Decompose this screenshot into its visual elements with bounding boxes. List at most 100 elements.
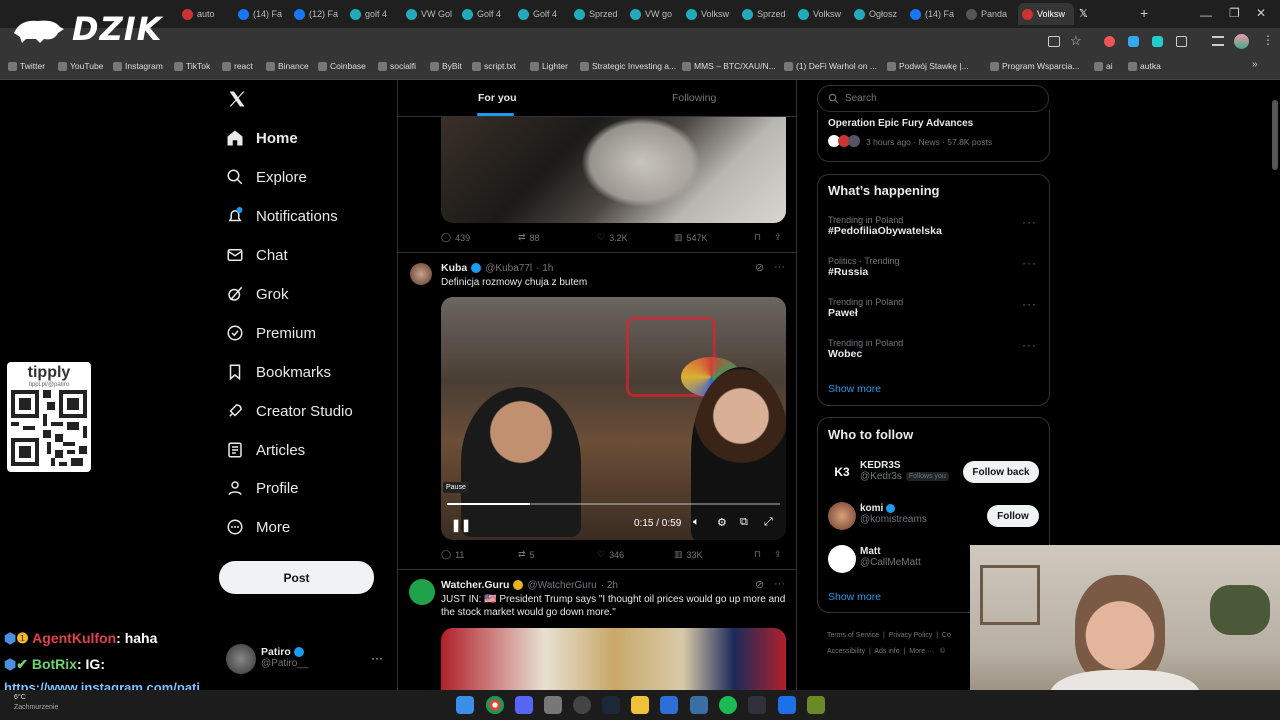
browser-tab[interactable]: Volksw <box>682 3 738 25</box>
views-button[interactable]: ▥ 547K <box>674 232 708 243</box>
browser-tab[interactable]: (14) Fa <box>234 3 290 25</box>
chrome-icon[interactable] <box>486 696 504 714</box>
share-button[interactable]: ⇪ <box>774 549 782 560</box>
reply-button[interactable]: ◯ 11 <box>441 549 464 560</box>
bookmark-item[interactable]: ByBit <box>430 61 462 71</box>
app-icon[interactable] <box>660 696 678 714</box>
trend-item[interactable]: Trending in Poland #PedofiliaObywatelska <box>828 215 1038 237</box>
more-dots-icon[interactable]: ··· <box>1022 215 1037 229</box>
start-icon[interactable] <box>456 696 474 714</box>
app-icon[interactable] <box>573 696 591 714</box>
bookmark-item[interactable]: socialfi <box>378 61 416 71</box>
footer-link[interactable]: Ads info <box>874 648 899 655</box>
sidebar-item-profile[interactable]: Profile <box>226 479 299 497</box>
fullscreen-icon[interactable]: ⤢ <box>764 516 773 529</box>
browser-tab[interactable]: Sprzed <box>570 3 626 25</box>
app-icon[interactable] <box>807 696 825 714</box>
avatar[interactable] <box>410 263 432 285</box>
bookmark-button[interactable]: ⊓ <box>754 232 761 243</box>
author-handle[interactable]: @Kuba77l <box>485 263 532 274</box>
x-logo-icon[interactable] <box>228 90 246 108</box>
new-tab-icon[interactable]: + <box>1140 5 1148 21</box>
extension-icon[interactable] <box>1152 36 1163 47</box>
obs-icon[interactable] <box>748 696 766 714</box>
post-button[interactable]: Post <box>219 561 374 594</box>
browser-tab[interactable]: (12) Fa <box>290 3 346 25</box>
account-switcher[interactable]: Patiro @Patiro__ <box>261 646 308 669</box>
avatar[interactable] <box>828 502 856 530</box>
author-handle[interactable]: @WatcherGuru <box>527 580 596 591</box>
more-dots-icon[interactable]: ··· <box>774 578 785 590</box>
trend-item[interactable]: Trending in Poland Paweł <box>828 297 1038 319</box>
volume-icon[interactable]: 🔈︎ <box>693 516 700 529</box>
x-tab-icon[interactable]: 𝕏 <box>1079 7 1091 20</box>
follow-button[interactable]: Follow <box>987 505 1039 527</box>
sidebar-item-grok[interactable]: Grok <box>226 285 289 303</box>
suggested-user[interactable]: KEDR3S @Kedr3s Follows you <box>860 460 949 482</box>
browser-tab[interactable]: Ogłosz <box>850 3 906 25</box>
bookmark-item[interactable]: Instagram <box>113 61 163 71</box>
browser-tab[interactable]: Golf 4 <box>514 3 570 25</box>
more-dots-icon[interactable]: ··· <box>774 261 785 273</box>
close-icon[interactable]: ✕ <box>1256 6 1266 20</box>
bookmark-item[interactable]: Lighter <box>530 61 568 71</box>
avatar[interactable]: K3 <box>828 458 856 486</box>
bookmark-item[interactable]: (1) DeFi Warhol on ... <box>784 61 877 71</box>
bookmark-button[interactable]: ⊓ <box>754 549 761 560</box>
browser-tab[interactable]: golf 4 <box>346 3 402 25</box>
avatar[interactable] <box>409 579 435 605</box>
sidebar-item-bookmarks[interactable]: Bookmarks <box>226 363 331 381</box>
minimize-icon[interactable]: — <box>1200 8 1212 22</box>
show-more-link[interactable]: Show more <box>828 591 881 603</box>
bookmark-item[interactable]: Podwój Stawkę |... <box>887 61 969 71</box>
show-more-link[interactable]: Show more <box>828 383 881 395</box>
footer-link[interactable]: Privacy Policy <box>889 632 933 639</box>
bookmark-item[interactable]: Coinbase <box>318 61 366 71</box>
more-dots-icon[interactable]: ··· <box>1022 256 1037 270</box>
gear-icon[interactable]: ⚙ <box>717 516 727 529</box>
browser-tab[interactable]: Panda <box>962 3 1018 25</box>
sidebar-item-home[interactable]: Home <box>226 129 298 147</box>
pip-icon[interactable]: ⧉ <box>740 516 748 529</box>
avatar[interactable] <box>226 644 256 674</box>
spotify-icon[interactable] <box>719 696 737 714</box>
steam-icon[interactable] <box>602 696 620 714</box>
app-icon[interactable] <box>690 696 708 714</box>
suggested-user[interactable]: komi @komistreams <box>860 503 927 525</box>
footer-link[interactable]: Co <box>942 632 951 639</box>
reply-button[interactable]: ◯ 439 <box>441 232 470 243</box>
puzzle-icon[interactable] <box>1176 36 1187 47</box>
suggested-user[interactable]: Matt @CallMeMatt <box>860 546 921 568</box>
bookmark-item[interactable]: MMS – BTC/XAU/N... <box>682 61 776 71</box>
footer-link[interactable]: Terms of Service <box>827 632 879 639</box>
repost-button[interactable]: ⇄ 5 <box>518 549 535 560</box>
repost-button[interactable]: ⇄ 88 <box>518 232 540 243</box>
sidebar-item-articles[interactable]: Articles <box>226 441 305 459</box>
bookmark-item[interactable]: Twitter <box>8 61 45 71</box>
search-input[interactable]: Search <box>817 85 1049 112</box>
post-time[interactable]: · 2h <box>601 580 618 591</box>
more-dots-icon[interactable]: ··· <box>1022 338 1037 352</box>
browser-tab[interactable]: Volksw <box>1018 3 1074 25</box>
bookmark-item[interactable]: TikTok <box>174 61 210 71</box>
bookmark-item[interactable]: Binance <box>266 61 309 71</box>
bookmark-item[interactable]: script.txt <box>472 61 516 71</box>
post-time[interactable]: · 1h <box>536 263 553 274</box>
star-icon[interactable]: ☆ <box>1070 33 1082 49</box>
views-button[interactable]: ▥ 33K <box>674 549 703 560</box>
sidebar-item-explore[interactable]: Explore <box>226 168 307 186</box>
sidebar-item-creator-studio[interactable]: Creator Studio <box>226 402 353 420</box>
kebab-icon[interactable]: ⋮ <box>1262 33 1274 47</box>
sidebar-item-more[interactable]: More <box>226 518 290 536</box>
extension-icon[interactable] <box>1128 36 1139 47</box>
tab-following[interactable]: Following <box>672 92 716 104</box>
browser-tab[interactable]: (14) Fa <box>906 3 962 25</box>
footer-link[interactable]: More ··· <box>909 648 934 655</box>
bookmark-item[interactable]: ai <box>1094 61 1113 71</box>
trend-item[interactable]: Trending in Poland Wobec <box>828 338 1038 360</box>
browser-tab[interactable]: VW go <box>626 3 682 25</box>
avatar[interactable] <box>828 545 856 573</box>
browser-tab[interactable]: Sprzed <box>738 3 794 25</box>
bookmark-item[interactable]: autka <box>1128 61 1161 71</box>
chevron-right-icon[interactable]: » <box>1252 59 1258 70</box>
